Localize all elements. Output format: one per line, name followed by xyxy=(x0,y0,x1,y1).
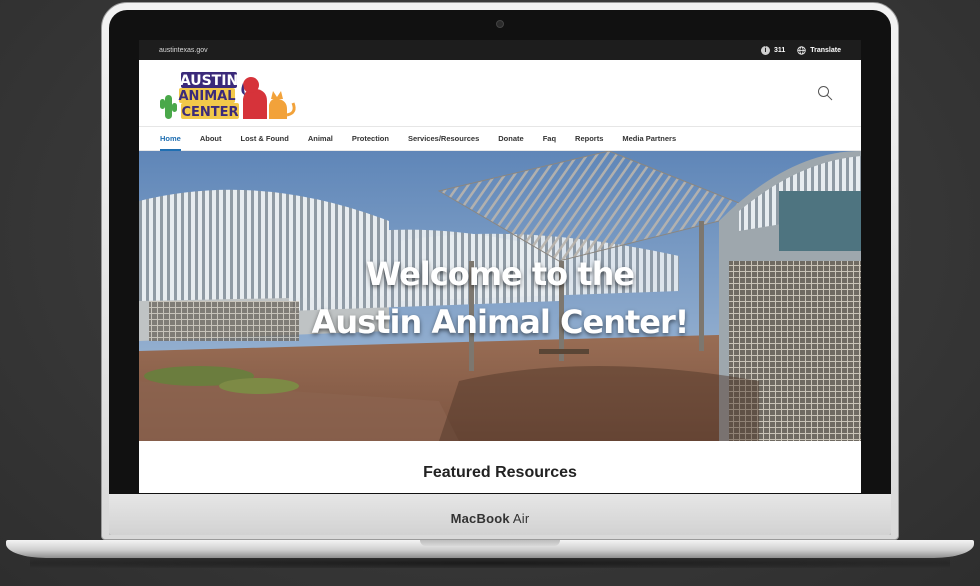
nav-donate[interactable]: Donate xyxy=(498,127,523,151)
logo-line-center: CENTER xyxy=(181,105,238,120)
hero-photo xyxy=(139,151,861,441)
nav-animal[interactable]: Animal xyxy=(308,127,333,151)
laptop-shadow xyxy=(30,558,950,568)
site-header: AUSTIN ANIMAL CENTER xyxy=(139,60,861,127)
globe-icon xyxy=(797,45,806,55)
hero-banner: Welcome to the Austin Animal Center! xyxy=(139,151,861,441)
logo-line-animal: ANIMAL xyxy=(178,89,235,104)
cat-icon xyxy=(269,91,296,119)
browser-screen: austintexas.gov i 311 Translate AUSTIN A… xyxy=(139,40,861,493)
featured-resources-heading: Featured Resources xyxy=(423,464,577,481)
translate-label: Translate xyxy=(810,46,841,54)
dog-icon xyxy=(241,77,267,119)
device-brand: MacBook Air xyxy=(450,511,530,526)
nav-media-partners[interactable]: Media Partners xyxy=(622,127,676,151)
phone-311-link[interactable]: i 311 xyxy=(760,45,786,55)
nav-reports[interactable]: Reports xyxy=(575,127,603,151)
laptop-notch xyxy=(420,540,560,546)
cactus-icon xyxy=(160,95,177,119)
info-icon: i xyxy=(760,45,770,55)
nav-home[interactable]: Home xyxy=(160,127,181,151)
site-link[interactable]: austintexas.gov xyxy=(159,47,208,54)
nav-services-resources[interactable]: Services/Resources xyxy=(408,127,479,151)
logo-line-austin: AUSTIN xyxy=(180,73,238,89)
nav-protection[interactable]: Protection xyxy=(352,127,389,151)
translate-button[interactable]: Translate xyxy=(797,45,841,55)
hero-title-line-1: Welcome to the xyxy=(365,255,635,293)
hero-title-line-2: Austin Animal Center! xyxy=(311,303,690,341)
top-utility-bar: austintexas.gov i 311 Translate xyxy=(139,40,861,60)
main-nav: Home About Lost & Found Animal Protectio… xyxy=(139,127,861,151)
search-icon[interactable] xyxy=(817,85,833,101)
phone-311-label: 311 xyxy=(773,46,786,54)
nav-about[interactable]: About xyxy=(200,127,222,151)
austin-animal-center-logo[interactable]: AUSTIN ANIMAL CENTER xyxy=(159,69,299,123)
nav-faq[interactable]: Faq xyxy=(543,127,556,151)
camera-icon xyxy=(496,20,504,28)
nav-lost-found[interactable]: Lost & Found xyxy=(241,127,289,151)
utility-links: i 311 Translate xyxy=(760,45,841,55)
